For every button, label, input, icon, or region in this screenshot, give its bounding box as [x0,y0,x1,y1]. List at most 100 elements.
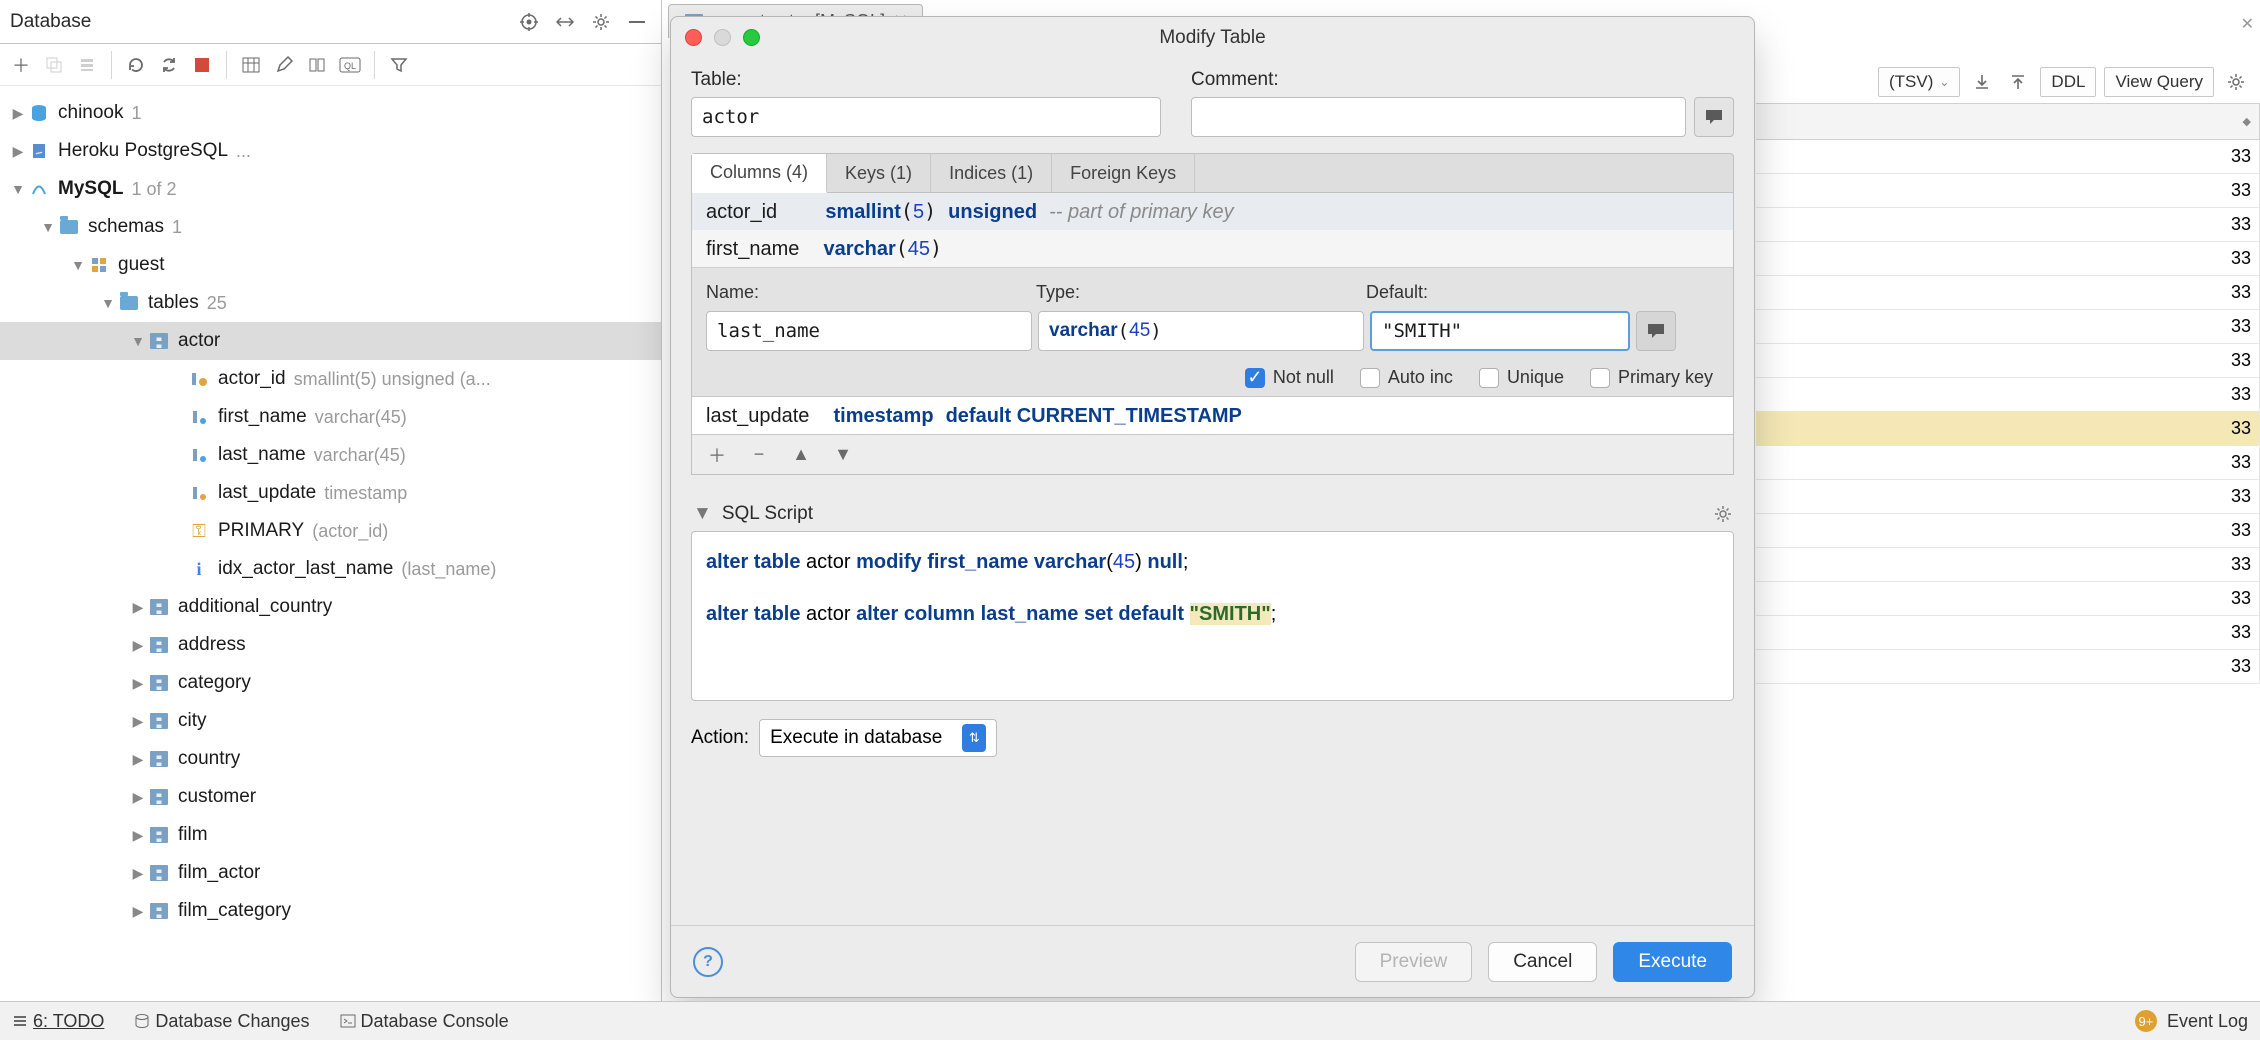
expand-arrow-icon[interactable]: ▶ [128,675,148,692]
split-icon[interactable] [551,8,579,36]
tree-node-chinook[interactable]: ▶ chinook 1 [0,94,661,132]
tab-columns[interactable]: Columns (4) [692,154,827,193]
add-datasource-icon[interactable]: ＋ [6,50,36,80]
download-icon[interactable] [1968,68,1996,96]
table-row[interactable]: 33 [1756,548,2260,582]
tree-node-table[interactable]: ▶ city [0,702,661,740]
tree-node-primary[interactable]: ⚿ PRIMARY (actor_id) [0,512,661,550]
view-query-button[interactable]: View Query [2104,67,2214,97]
sync-icon[interactable] [154,50,184,80]
table-row[interactable]: 33 [1756,378,2260,412]
move-down-icon[interactable]: ▼ [828,440,858,470]
tree-node-tables[interactable]: ▼ tables 25 [0,284,661,322]
table-cell[interactable]: 33 [1756,446,2260,479]
notnull-checkbox[interactable]: ✓Not null [1245,367,1334,388]
column-list-item[interactable]: last_update timestamp default CURRENT_TI… [692,396,1733,434]
table-view-icon[interactable] [236,50,266,80]
collapse-arrow-icon[interactable]: ▼ [38,219,58,235]
stop-icon[interactable] [187,50,217,80]
filter-icon[interactable] [384,50,414,80]
execute-button[interactable]: Execute [1613,942,1732,982]
table-row[interactable]: 33 [1756,412,2260,446]
table-cell[interactable]: 33 [1756,480,2260,513]
move-up-icon[interactable]: ▲ [786,440,816,470]
db-changes-tool-button[interactable]: Database Changes [134,1011,309,1032]
column-type-input[interactable]: varchar(45) [1038,311,1364,351]
expand-arrow-icon[interactable]: ▶ [128,599,148,616]
table-cell[interactable]: 33 [1756,208,2260,241]
target-icon[interactable] [515,8,543,36]
tree-node-actor[interactable]: ▼ actor [0,322,661,360]
collapse-arrow-icon[interactable]: ▼ [128,333,148,349]
maximize-window-icon[interactable] [743,29,760,46]
sql-script-header[interactable]: ▼ SQL Script [691,497,1734,531]
table-row[interactable]: 33 [1756,480,2260,514]
table-cell[interactable]: 33 [1756,412,2260,445]
notification-badge[interactable]: 9+ [2135,1010,2157,1032]
expand-arrow-icon[interactable]: ▶ [128,865,148,882]
expand-arrow-icon[interactable]: ▶ [128,903,148,920]
tree-node-column[interactable]: actor_id smallint(5) unsigned (a... [0,360,661,398]
data-grid-rows[interactable]: 33333333333333333333333333333333 [1756,140,2260,684]
gear-icon[interactable] [2222,68,2250,96]
table-row[interactable]: 33 [1756,344,2260,378]
duplicate-icon[interactable] [39,50,69,80]
table-row[interactable]: 33 [1756,650,2260,684]
sql-console-icon[interactable]: QL [335,50,365,80]
column-name-input[interactable] [706,311,1032,351]
tab-indices[interactable]: Indices (1) [931,154,1052,192]
table-cell[interactable]: 33 [1756,650,2260,683]
tree-node-column[interactable]: last_update timestamp [0,474,661,512]
action-select[interactable]: Execute in database ⇅ [759,719,997,757]
table-row[interactable]: 33 [1756,140,2260,174]
table-row[interactable]: 33 [1756,174,2260,208]
column-list-item[interactable]: actor_id smallint(5) unsigned -- part of… [692,193,1733,230]
table-row[interactable]: 33 [1756,242,2260,276]
tree-node-table[interactable]: ▶ category [0,664,661,702]
table-row[interactable]: 33 [1756,514,2260,548]
table-row[interactable]: 33 [1756,616,2260,650]
tree-node-table[interactable]: ▶ film_category [0,892,661,930]
tree-node-table[interactable]: ▶ film [0,816,661,854]
gear-icon[interactable] [587,8,615,36]
sql-script-editor[interactable]: alter table actor modify first_name varc… [691,531,1734,701]
tab-foreign-keys[interactable]: Foreign Keys [1052,154,1195,192]
tab-keys[interactable]: Keys (1) [827,154,931,192]
tree-node-table[interactable]: ▶ country [0,740,661,778]
column-header[interactable]: ◆ [1756,104,2260,139]
minimize-icon[interactable] [623,8,651,36]
dialog-titlebar[interactable]: Modify Table [671,17,1754,59]
table-cell[interactable]: 33 [1756,548,2260,581]
diff-icon[interactable] [302,50,332,80]
collapse-arrow-icon[interactable]: ▼ [98,295,118,311]
comment-expand-button[interactable] [1694,97,1734,137]
table-row[interactable]: 33 [1756,208,2260,242]
comment-input[interactable] [1191,97,1686,137]
column-list-item[interactable]: first_name varchar(45) [692,230,1733,267]
tree-node-guest[interactable]: ▼ guest [0,246,661,284]
tree-node-column[interactable]: first_name varchar(45) [0,398,661,436]
cancel-button[interactable]: Cancel [1488,942,1597,982]
db-console-tool-button[interactable]: Database Console [340,1011,509,1032]
refresh-icon[interactable] [121,50,151,80]
expand-arrow-icon[interactable]: ▶ [128,789,148,806]
column-comment-button[interactable] [1636,311,1676,351]
tree-node-table[interactable]: ▶ additional_country [0,588,661,626]
table-cell[interactable]: 33 [1756,378,2260,411]
add-column-icon[interactable]: ＋ [702,440,732,470]
table-row[interactable]: 33 [1756,446,2260,480]
tree-node-index[interactable]: i idx_actor_last_name (last_name) [0,550,661,588]
remove-column-icon[interactable]: − [744,440,774,470]
expand-arrow-icon[interactable]: ▶ [128,713,148,730]
database-tree[interactable]: ▶ chinook 1 ▶ Heroku PostgreSQL ... ▼ My… [0,86,661,938]
expand-arrow-icon[interactable]: ▶ [128,827,148,844]
autoinc-checkbox[interactable]: Auto inc [1360,367,1453,388]
table-cell[interactable]: 33 [1756,310,2260,343]
todo-tool-button[interactable]: 6: TODO [12,1011,104,1032]
table-cell[interactable]: 33 [1756,242,2260,275]
tree-node-table[interactable]: ▶ film_actor [0,854,661,892]
table-cell[interactable]: 33 [1756,616,2260,649]
preview-button[interactable]: Preview [1355,942,1473,982]
stack-icon[interactable] [72,50,102,80]
collapse-arrow-icon[interactable]: ▼ [693,503,712,525]
